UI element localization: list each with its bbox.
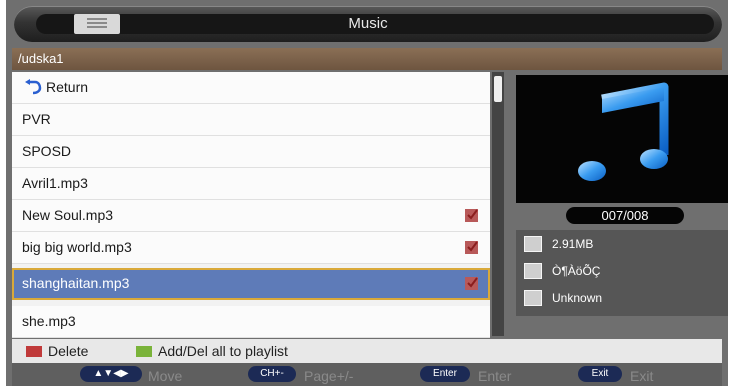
- return-item[interactable]: Return: [12, 72, 490, 104]
- green-key-swatch: [136, 346, 152, 357]
- page-hint: Page+/-: [304, 368, 354, 384]
- scrollbar-thumb[interactable]: [494, 76, 502, 102]
- move-hint: Move: [148, 368, 183, 384]
- return-label: Return: [46, 79, 89, 95]
- list-item[interactable]: PVR: [12, 104, 490, 136]
- exit-hint: Exit: [630, 368, 654, 384]
- artist-name: Ò¶ÀöÕÇ: [552, 264, 601, 278]
- list-item[interactable]: big big world.mp3: [12, 232, 490, 264]
- artist-icon: [524, 263, 542, 279]
- color-key-legend: Delete Add/Del all to playlist: [12, 339, 722, 363]
- album-name: Unknown: [552, 291, 603, 305]
- red-key-swatch: [26, 346, 42, 357]
- file-info-panel: 2.91MB Ò¶ÀöÕÇ Unknown: [516, 230, 728, 316]
- playlist-check-icon[interactable]: [465, 277, 478, 290]
- title-bar: Music: [14, 6, 722, 42]
- file-list: Return PVR SPOSD Avril1.mp3 New Soul.mp3…: [12, 72, 490, 338]
- list-item[interactable]: SPOSD: [12, 136, 490, 168]
- delete-label: Delete: [48, 343, 89, 359]
- footer-hints: ▲▼◀▶ Move CH+- Page+/- Enter Enter Exit …: [12, 363, 722, 386]
- playlist-check-icon[interactable]: [465, 209, 478, 222]
- list-item[interactable]: New Soul.mp3: [12, 200, 490, 232]
- arrow-keys-badge: ▲▼◀▶: [80, 366, 142, 382]
- breadcrumb-path: /udska1: [12, 48, 722, 70]
- music-browser-window: Music /udska1 Return PVR SPOSD Avril1.mp…: [6, 0, 728, 386]
- list-item[interactable]: Avril1.mp3: [12, 168, 490, 200]
- return-arrow-icon: [25, 79, 42, 95]
- file-size: 2.91MB: [552, 237, 594, 251]
- equalizer-icon: [524, 236, 542, 252]
- enter-hint: Enter: [478, 368, 512, 384]
- add-del-label: Add/Del all to playlist: [158, 343, 288, 359]
- exit-key-badge: Exit: [578, 366, 622, 382]
- music-note-icon: [578, 82, 669, 181]
- enter-key-badge: Enter: [420, 366, 470, 382]
- list-item[interactable]: she.mp3: [12, 306, 490, 338]
- playlist-check-icon[interactable]: [465, 241, 478, 254]
- album-icon: [524, 290, 542, 306]
- album-art: [516, 75, 728, 203]
- track-counter: 007/008: [566, 207, 684, 224]
- list-scrollbar[interactable]: [492, 72, 504, 336]
- page-title: Music: [348, 15, 388, 32]
- channel-key-badge: CH+-: [248, 366, 296, 382]
- list-item-selected[interactable]: shanghaitan.mp3: [12, 268, 490, 300]
